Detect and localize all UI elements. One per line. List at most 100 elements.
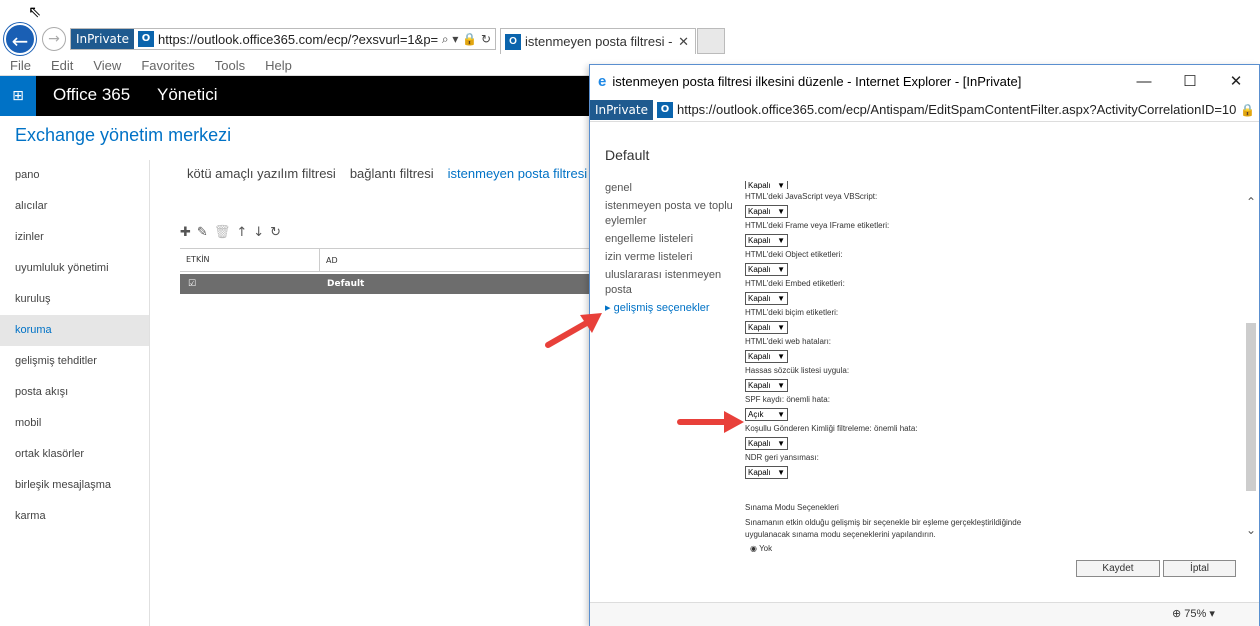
app-launcher-icon[interactable]: ⊞ <box>0 76 36 116</box>
popup-titlebar: e istenmeyen posta filtresi ilkesini düz… <box>590 65 1259 97</box>
menu-tools[interactable]: Tools <box>205 56 255 76</box>
close-icon[interactable]: ✕ <box>1213 72 1259 90</box>
nav-item-mobil[interactable]: mobil <box>0 408 150 439</box>
setting-label: NDR geri yansıması: <box>745 453 819 462</box>
address-bar[interactable]: InPrivate O https://outlook.office365.co… <box>70 28 496 50</box>
nav-item-posta-akisi[interactable]: posta akışı <box>0 377 150 408</box>
nav-item-birlesik-mesajlasma[interactable]: birleşik mesajlaşma <box>0 470 150 501</box>
nav-item-alicilar[interactable]: alıcılar <box>0 191 150 222</box>
cancel-button[interactable]: İptal <box>1163 560 1236 577</box>
popup-address-bar[interactable]: InPrivate O https://outlook.office365.co… <box>590 98 1259 122</box>
setting-label: HTML'deki Embed etiketleri: <box>745 279 845 288</box>
tab-connection-filter[interactable]: bağlantı filtresi <box>350 166 434 181</box>
setting-select[interactable]: Kapalı <box>745 321 788 334</box>
menu-edit[interactable]: Edit <box>41 56 83 76</box>
popup-url[interactable]: https://outlook.office365.com/ecp/Antisp… <box>677 102 1236 117</box>
popup-nav-block-lists[interactable]: engelleme listeleri <box>605 232 735 247</box>
setting-select-previous[interactable]: Kapalı <box>745 181 788 189</box>
sub-tabs: kötü amaçlı yazılım filtresi bağlantı fi… <box>187 166 587 181</box>
new-tab-button[interactable] <box>697 28 725 54</box>
tab-title: istenmeyen posta filtresi - ... <box>525 34 673 49</box>
row-name: Default <box>327 279 365 289</box>
enabled-checkbox-icon[interactable]: ☑ <box>180 279 327 289</box>
setting-label: HTML'deki web hataları: <box>745 337 832 346</box>
popup-nav: genel istenmeyen posta ve toplu eylemler… <box>605 181 735 319</box>
save-button[interactable]: Kaydet <box>1076 560 1160 577</box>
setting-label: HTML'deki Object etiketleri: <box>745 250 843 259</box>
setting-select[interactable]: Kapalı <box>745 292 788 305</box>
admin-title: Yönetici <box>157 85 218 104</box>
setting-select[interactable]: Kapalı <box>745 379 788 392</box>
back-button[interactable]: ← <box>4 23 36 55</box>
o365-title[interactable]: Office 365 <box>53 85 130 105</box>
menu-favorites[interactable]: Favorites <box>131 56 204 76</box>
forward-button[interactable]: → <box>42 27 66 51</box>
popup-nav-international[interactable]: uluslararası istenmeyen posta <box>605 268 735 298</box>
popup-nav-general[interactable]: genel <box>605 181 735 196</box>
zoom-control[interactable]: ⊕ 75% ▾ <box>1172 607 1215 620</box>
edit-icon[interactable]: ✎ <box>197 225 208 240</box>
policy-table: ETKİN AD ☑ Default <box>180 248 590 294</box>
popup-nav-spam-actions[interactable]: istenmeyen posta ve toplu eylemler <box>605 199 735 229</box>
address-actions-icon[interactable]: ⌕ ▾ 🔒 ↻ <box>438 32 495 47</box>
scroll-thumb[interactable] <box>1246 323 1256 491</box>
mouse-cursor-icon: ⇖ <box>28 2 42 21</box>
test-mode-heading: Sınama Modu Seçenekleri <box>745 503 839 512</box>
setting-label: HTML'deki Frame veya IFrame etiketleri: <box>745 221 890 230</box>
setting-select[interactable]: Kapalı <box>745 350 788 363</box>
popup-title: istenmeyen posta filtresi ilkesini düzen… <box>612 73 1022 89</box>
outlook-icon: O <box>137 31 154 47</box>
tab-malware-filter[interactable]: kötü amaçlı yazılım filtresi <box>187 166 336 181</box>
radio-label: Yok <box>759 544 773 552</box>
close-tab-icon[interactable]: ✕ <box>672 34 695 50</box>
test-mode-section: Sınama Modu Seçenekleri Sınamanın etkin … <box>745 502 1225 541</box>
nav-item-pano[interactable]: pano <box>0 160 150 191</box>
setting-select[interactable]: Kapalı <box>745 234 788 247</box>
setting-label: Koşullu Gönderen Kimliği filtreleme: öne… <box>745 424 918 433</box>
menu-view[interactable]: View <box>83 56 131 76</box>
move-down-icon[interactable]: ↓ <box>253 225 264 240</box>
url-text[interactable]: https://outlook.office365.com/ecp/?exsvu… <box>158 32 438 47</box>
o365-header: ⊞ Office 365 Yönetici <box>0 76 590 116</box>
nav-item-karma[interactable]: karma <box>0 501 150 532</box>
scrollbar[interactable]: ⌃ ⌄ <box>1244 187 1258 547</box>
nav-item-koruma[interactable]: koruma <box>0 315 150 346</box>
maximize-icon[interactable]: ☐ <box>1167 72 1213 90</box>
scroll-down-icon[interactable]: ⌄ <box>1244 523 1258 537</box>
nav-item-kurulus[interactable]: kuruluş <box>0 284 150 315</box>
status-bar: ⊕ 75% ▾ <box>590 602 1259 626</box>
setting-select[interactable]: Kapalı <box>745 437 788 450</box>
nav-item-gelismis-tehditler[interactable]: gelişmiş tehditler <box>0 346 150 377</box>
browser-tab[interactable]: O istenmeyen posta filtresi - ... ✕ <box>500 28 696 54</box>
nav-item-ortak-klasorler[interactable]: ortak klasörler <box>0 439 150 470</box>
scroll-up-icon[interactable]: ⌃ <box>1244 195 1258 209</box>
setting-label: HTML'deki JavaScript veya VBScript: <box>745 192 878 201</box>
delete-icon[interactable]: 🗑 <box>214 225 231 240</box>
nav-item-izinler[interactable]: izinler <box>0 222 150 253</box>
add-icon[interactable]: ✚ <box>180 225 191 240</box>
inprivate-badge: InPrivate <box>71 29 134 49</box>
tab-spam-filter[interactable]: istenmeyen posta filtresi <box>448 166 587 181</box>
popup-nav-allow-lists[interactable]: izin verme listeleri <box>605 250 735 265</box>
nav-item-uyumluluk[interactable]: uyumluluk yönetimi <box>0 253 150 284</box>
outlook-icon: O <box>656 101 673 118</box>
ie-icon: e <box>598 72 607 90</box>
setting-select[interactable]: Kapalı <box>745 466 788 479</box>
setting-label: Hassas sözcük listesi uygula: <box>745 366 850 375</box>
menu-help[interactable]: Help <box>255 56 302 76</box>
column-name[interactable]: AD <box>320 256 338 265</box>
advanced-settings: Kapalı HTML'deki JavaScript veya VBScrip… <box>745 179 1225 549</box>
setting-select[interactable]: Kapalı <box>745 263 788 276</box>
table-row[interactable]: ☑ Default <box>180 274 590 294</box>
refresh-icon[interactable]: ↻ <box>270 225 281 240</box>
radio-none[interactable]: ◉ Yok <box>750 544 772 552</box>
move-up-icon[interactable]: ↑ <box>236 225 247 240</box>
page-title: Exchange yönetim merkezi <box>15 125 232 145</box>
zoom-level: 75% <box>1184 608 1207 620</box>
setting-select[interactable]: Kapalı <box>745 205 788 218</box>
menu-file[interactable]: File <box>0 56 41 76</box>
table-header: ETKİN AD <box>180 248 590 272</box>
column-enabled[interactable]: ETKİN <box>180 249 320 271</box>
minimize-icon[interactable]: — <box>1121 73 1167 90</box>
popup-nav-advanced[interactable]: ▸ gelişmiş seçenekler <box>605 301 735 316</box>
